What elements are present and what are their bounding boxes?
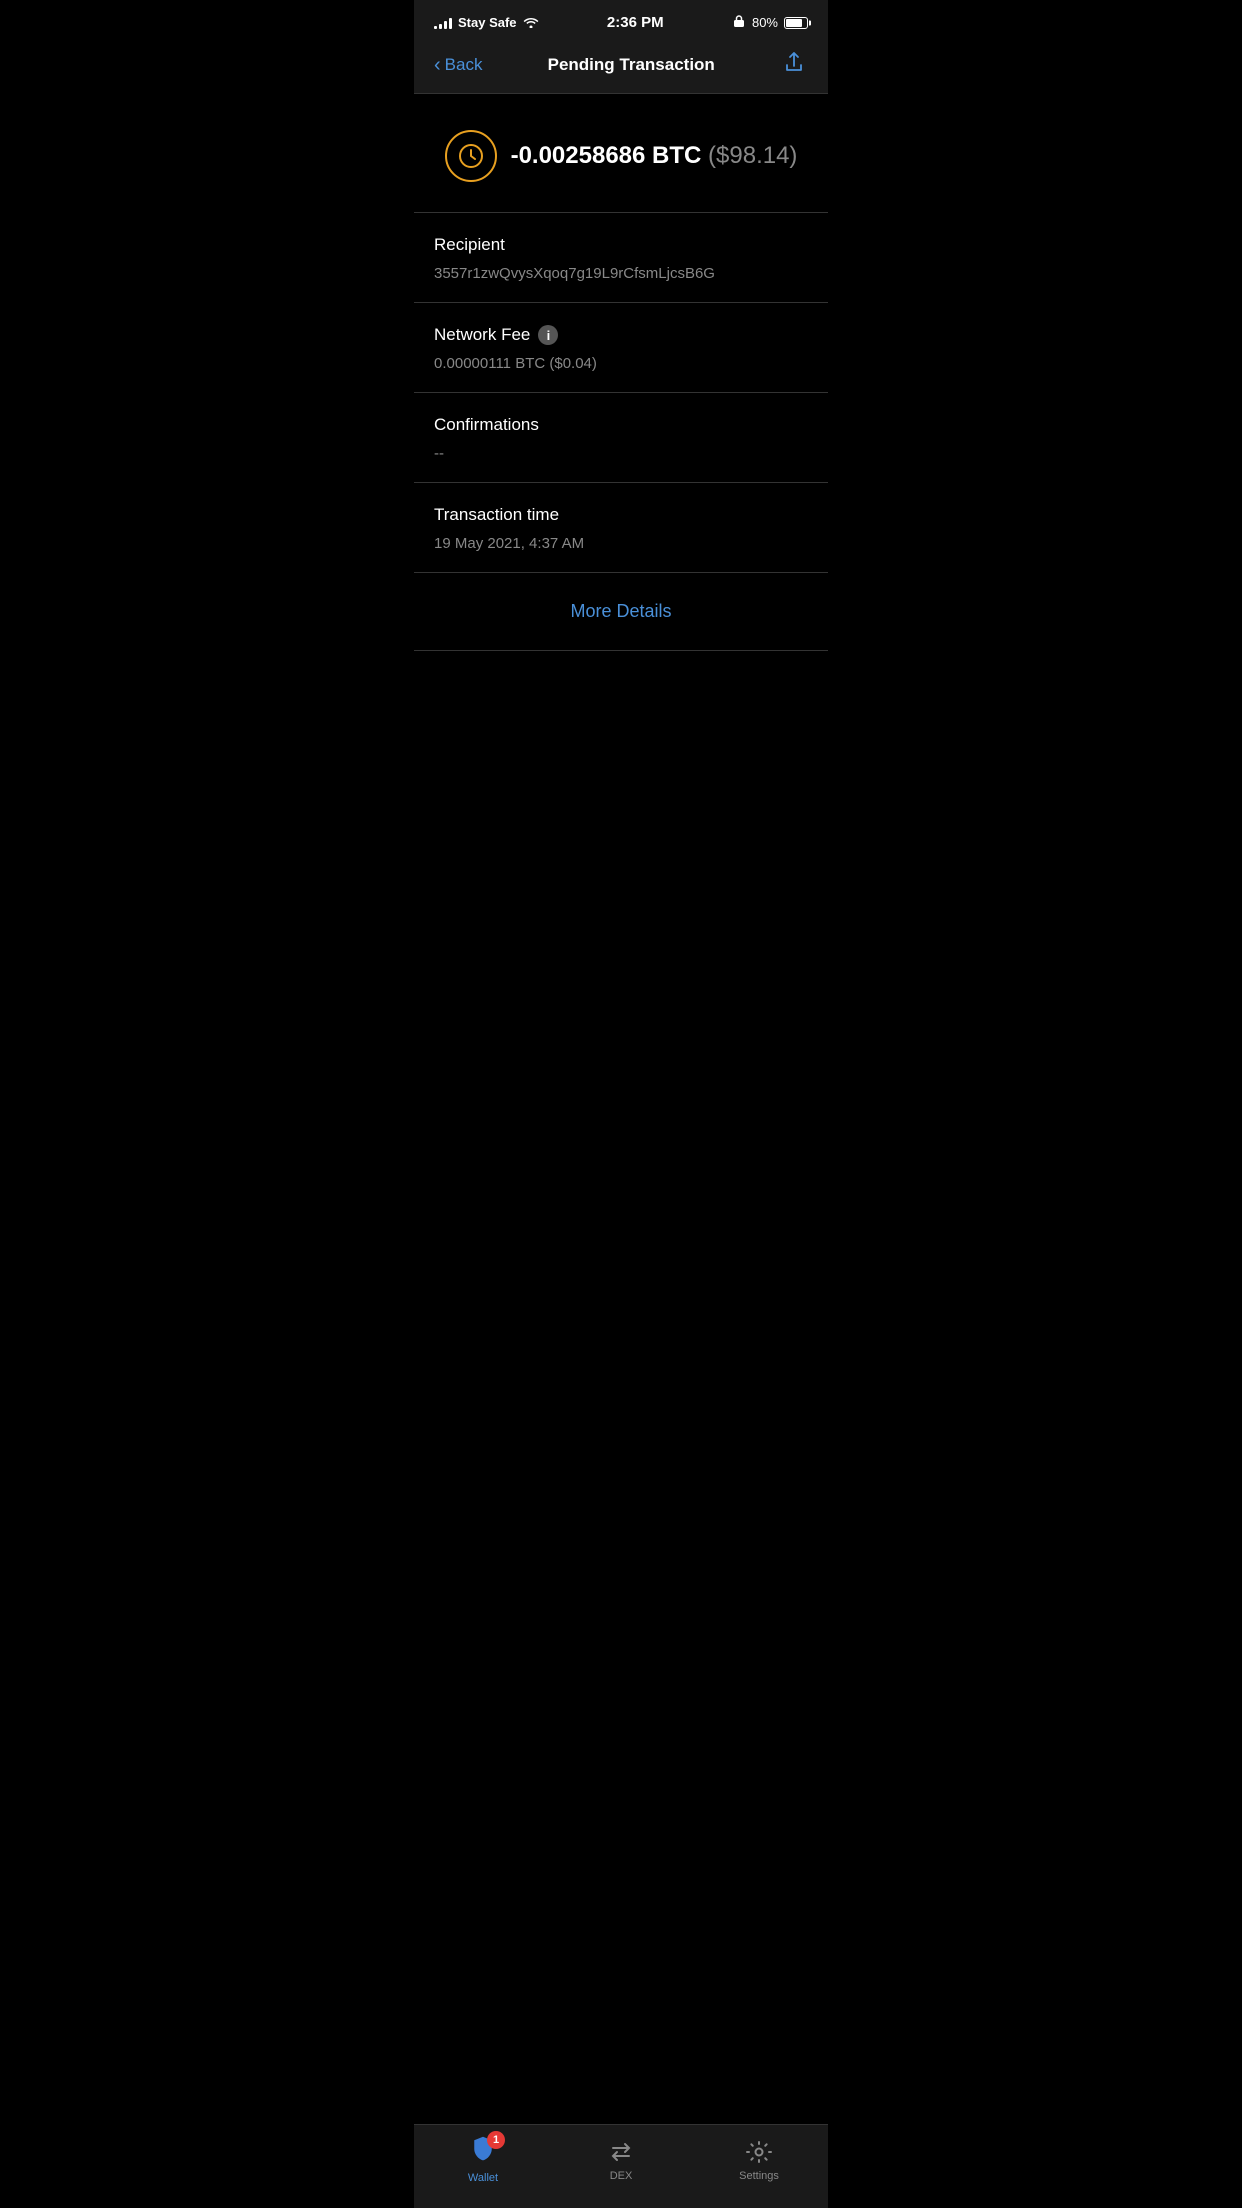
status-time: 2:36 PM — [607, 14, 664, 31]
transaction-time-section: Transaction time 19 May 2021, 4:37 AM — [414, 483, 828, 573]
wallet-badge: 1 — [487, 2131, 505, 2149]
wallet-tab-label: Wallet — [468, 2172, 498, 2184]
signal-bar-1 — [434, 26, 437, 29]
recipient-label: Recipient — [434, 235, 808, 255]
status-right: 80% — [732, 14, 808, 31]
network-fee-label-text: Network Fee — [434, 325, 530, 345]
back-chevron-icon: ‹ — [434, 55, 441, 75]
back-label: Back — [445, 55, 483, 75]
lock-icon — [732, 14, 746, 31]
transaction-time-label: Transaction time — [434, 505, 808, 525]
settings-icon — [745, 2138, 773, 2166]
transaction-header: -0.00258686 BTC ($98.14) — [414, 94, 828, 213]
tab-settings[interactable]: Settings — [719, 2138, 799, 2182]
transaction-fiat-amount: ($98.14) — [708, 142, 797, 169]
signal-bars — [434, 17, 452, 29]
dex-icon — [607, 2138, 635, 2166]
transaction-amount-container: -0.00258686 BTC ($98.14) — [511, 142, 798, 170]
status-left: Stay Safe — [434, 15, 539, 31]
pending-clock-icon — [445, 130, 497, 182]
confirmations-value: -- — [434, 443, 808, 464]
back-button[interactable]: ‹ Back — [434, 55, 482, 75]
settings-tab-label: Settings — [739, 2170, 779, 2182]
tab-wallet[interactable]: 1 Wallet — [443, 2135, 523, 2184]
signal-bar-4 — [449, 18, 452, 29]
main-content: -0.00258686 BTC ($98.14) Recipient 3557r… — [414, 94, 828, 741]
tab-dex[interactable]: DEX — [581, 2138, 661, 2182]
signal-bar-3 — [444, 21, 447, 29]
network-fee-label: Network Fee i — [434, 325, 808, 345]
confirmations-section: Confirmations -- — [414, 393, 828, 483]
more-details-button[interactable]: More Details — [570, 601, 671, 621]
nav-title: Pending Transaction — [548, 55, 715, 75]
wallet-icon-container: 1 — [469, 2135, 497, 2168]
carrier-name: Stay Safe — [458, 15, 517, 30]
dex-tab-label: DEX — [610, 2170, 633, 2182]
info-icon[interactable]: i — [538, 325, 558, 345]
wifi-icon — [523, 15, 539, 31]
battery-icon — [784, 17, 808, 29]
more-details-section: More Details — [414, 573, 828, 651]
confirmations-label: Confirmations — [434, 415, 808, 435]
transaction-btc-amount: -0.00258686 BTC — [511, 142, 702, 169]
tab-bar: 1 Wallet DEX Settings — [414, 2124, 828, 2208]
nav-bar: ‹ Back Pending Transaction — [414, 39, 828, 94]
recipient-section: Recipient 3557r1zwQvysXqoq7g19L9rCfsmLjc… — [414, 213, 828, 303]
share-button[interactable] — [780, 51, 808, 79]
network-fee-section: Network Fee i 0.00000111 BTC ($0.04) — [414, 303, 828, 393]
transaction-amount: -0.00258686 BTC ($98.14) — [511, 142, 798, 169]
battery-fill — [786, 19, 802, 27]
network-fee-value: 0.00000111 BTC ($0.04) — [434, 353, 808, 374]
battery-percent: 80% — [752, 15, 778, 30]
recipient-address: 3557r1zwQvysXqoq7g19L9rCfsmLjcsB6G — [434, 263, 808, 284]
status-bar: Stay Safe 2:36 PM 80% — [414, 0, 828, 39]
transaction-time-value: 19 May 2021, 4:37 AM — [434, 533, 808, 554]
signal-bar-2 — [439, 24, 442, 29]
